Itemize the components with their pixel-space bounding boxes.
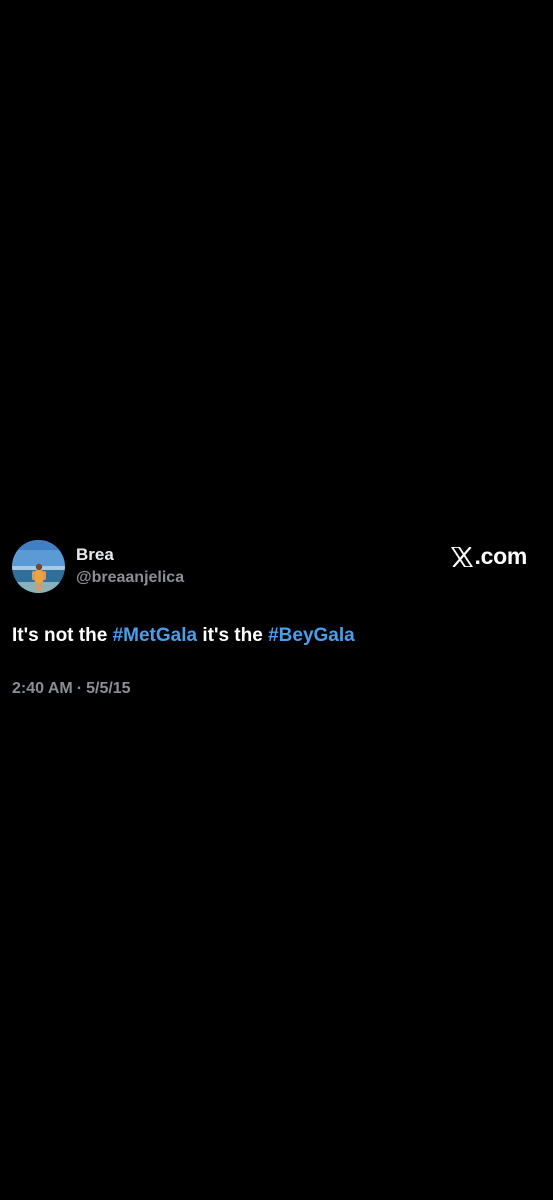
hashtag-metgala[interactable]: #MetGala xyxy=(113,625,197,646)
author-names: Brea @breaanjelica xyxy=(76,545,184,588)
avatar[interactable] xyxy=(12,540,65,593)
tweet-text: It's not the #MetGala it's the #BeyGala xyxy=(12,624,541,648)
avatar-photo xyxy=(12,540,65,593)
tweet-time[interactable]: 2:40 AM xyxy=(12,680,73,697)
x-com-branding: .com xyxy=(450,543,528,570)
tweet-date[interactable]: 5/5/15 xyxy=(86,680,130,697)
tweet-timestamp: 2:40 AM · 5/5/15 xyxy=(12,680,541,698)
x-logo-icon xyxy=(450,546,473,567)
user-handle[interactable]: @breaanjelica xyxy=(76,568,184,588)
hashtag-beygala[interactable]: #BeyGala xyxy=(268,625,355,646)
tweet-card: Brea @breaanjelica .com It's not the #Me… xyxy=(12,540,541,698)
meta-separator: · xyxy=(76,680,83,697)
tweet-text-part-1: It's not the xyxy=(12,625,113,646)
tweet-text-part-2: it's the xyxy=(197,625,269,646)
tweet-header: Brea @breaanjelica .com xyxy=(12,540,541,596)
brand-domain-text: .com xyxy=(474,543,528,569)
display-name[interactable]: Brea xyxy=(76,545,184,565)
